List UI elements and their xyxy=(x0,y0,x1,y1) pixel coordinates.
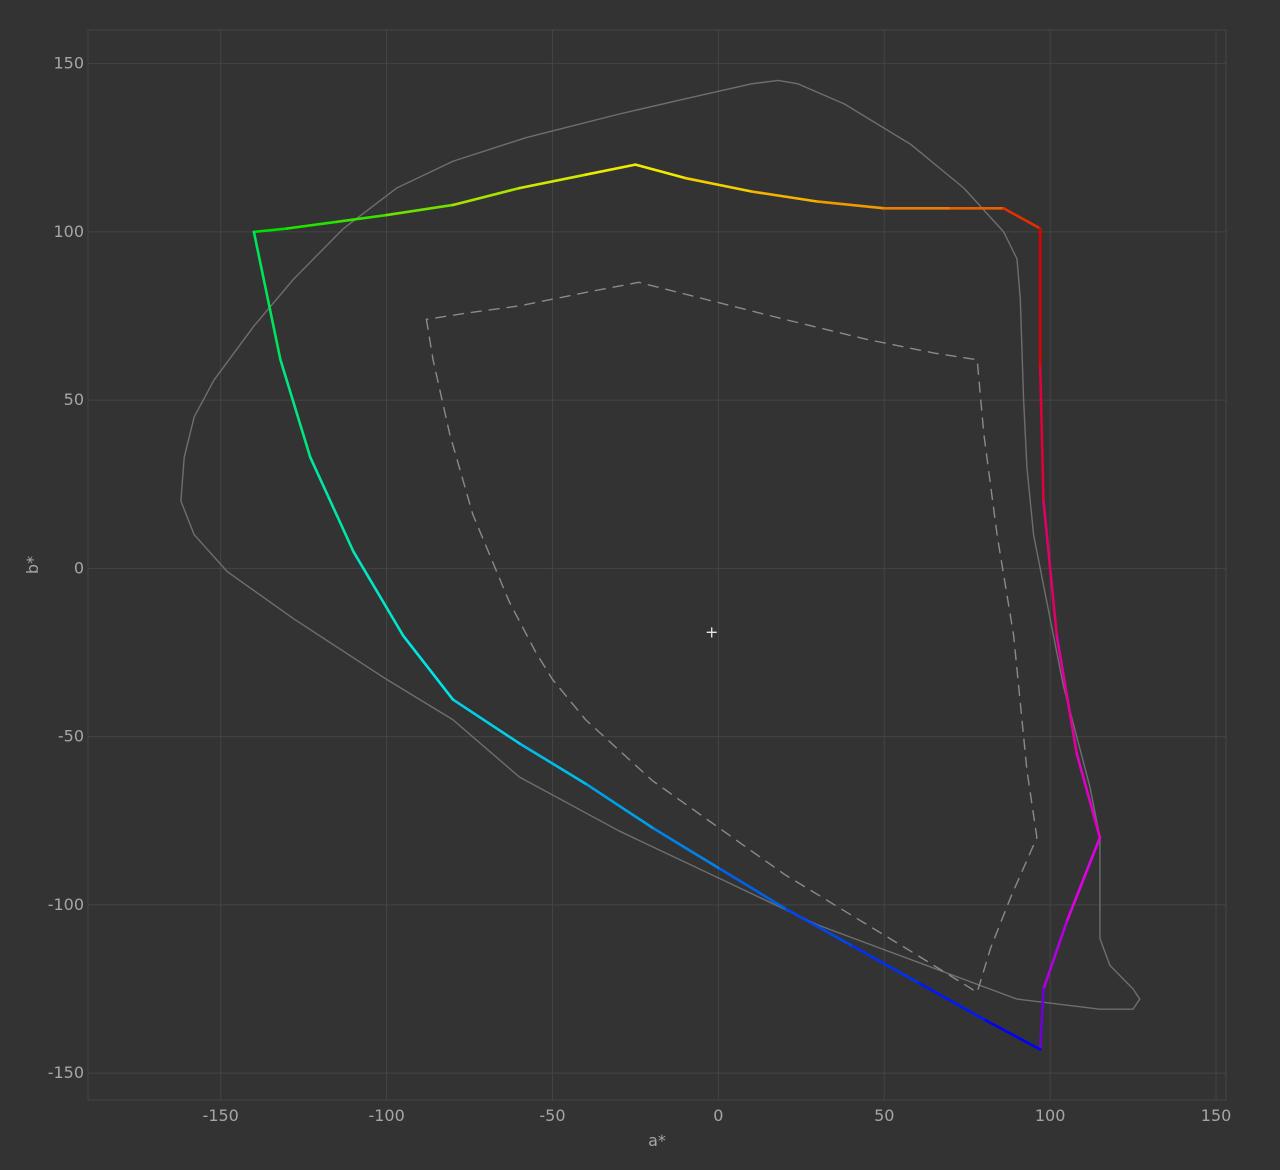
y-axis-ticks: -150 -100 -50 0 50 100 150 xyxy=(48,54,84,1082)
rainbow-gamut-segment xyxy=(252,227,289,234)
rainbow-gamut-segment xyxy=(385,203,455,217)
x-tick-label: -100 xyxy=(368,1106,404,1125)
rainbow-gamut-segment xyxy=(401,634,455,701)
rainbow-gamut-segment xyxy=(1075,752,1102,839)
rainbow-gamut-segment xyxy=(308,456,355,553)
plot-frame xyxy=(87,29,1227,1101)
rainbow-gamut-segment xyxy=(352,550,405,637)
y-axis-label: b* xyxy=(23,556,42,574)
rainbow-gamut-segment xyxy=(1055,634,1078,755)
rainbow-gamut-segment xyxy=(252,230,282,362)
x-tick-label: 50 xyxy=(874,1106,894,1125)
rainbow-gamut-segment xyxy=(279,358,312,459)
rainbow-gamut-segment xyxy=(584,782,654,829)
x-tick-label: -50 xyxy=(539,1106,565,1125)
rainbow-gamut-segment xyxy=(783,906,853,947)
y-tick-label: -150 xyxy=(48,1063,84,1082)
x-tick-label: 100 xyxy=(1035,1106,1066,1125)
rainbow-gamut-segment xyxy=(1038,987,1045,1051)
reference-outline-series xyxy=(180,79,1141,1010)
rainbow-gamut-segment xyxy=(816,200,886,210)
rainbow-gamut-segment xyxy=(335,213,388,224)
rainbow-gamut-segment xyxy=(717,866,787,910)
rainbow-gamut-segment xyxy=(584,163,637,176)
y-tick-label: -50 xyxy=(58,727,84,746)
x-axis-ticks: -150 -100 -50 0 50 100 150 xyxy=(203,1106,1232,1125)
y-tick-label: 100 xyxy=(53,222,84,241)
rainbow-gamut-segment xyxy=(1038,365,1045,503)
y-tick-label: 50 xyxy=(64,390,84,409)
series-layer xyxy=(180,79,1141,1051)
rainbow-gamut-segment xyxy=(285,220,339,230)
lab-gamut-chart: + -150 -100 -50 0 50 100 150 -150 -100 -50 0 50 100… xyxy=(23,29,1232,1150)
rainbow-gamut-segment xyxy=(451,186,521,207)
rainbow-gamut-segment xyxy=(750,190,820,203)
rainbow-gamut-segment xyxy=(1002,207,1042,230)
y-tick-label: 150 xyxy=(53,54,84,73)
x-tick-label: 0 xyxy=(713,1106,723,1125)
y-tick-label: 0 xyxy=(74,558,84,577)
grid-layer xyxy=(88,30,1226,1100)
rainbow-gamut-segment xyxy=(1042,920,1069,991)
x-axis-label: a* xyxy=(648,1131,666,1150)
rainbow-gamut-segment xyxy=(916,980,986,1021)
annotation-layer: + xyxy=(705,622,718,641)
y-tick-label: -100 xyxy=(48,895,84,914)
x-tick-label: -150 xyxy=(203,1106,239,1125)
dashed-gamut-series xyxy=(425,281,1038,994)
rainbow-gamut-segment xyxy=(982,1017,1042,1051)
x-tick-label: 150 xyxy=(1201,1106,1232,1125)
rainbow-gamut-segment xyxy=(1065,836,1102,923)
white-point-marker: + xyxy=(705,622,718,641)
rainbow-gamut-segment xyxy=(634,163,687,180)
